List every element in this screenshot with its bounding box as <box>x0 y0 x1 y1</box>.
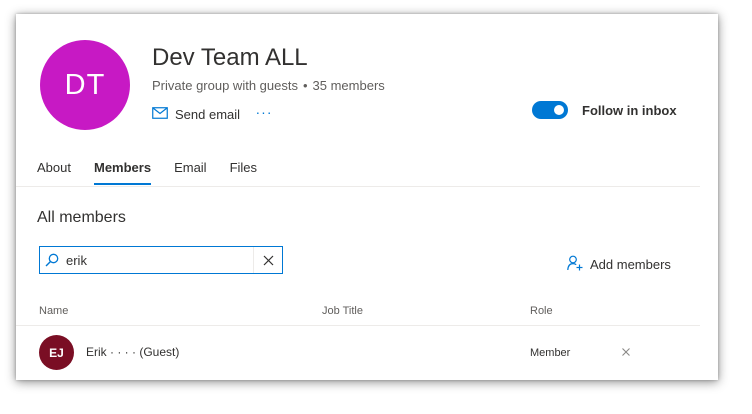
group-privacy: Private group with guests <box>152 78 298 93</box>
send-email-button[interactable]: Send email <box>152 104 240 124</box>
table-row[interactable]: EJ Erik · · · · (Guest) Member <box>16 330 700 374</box>
group-avatar: DT <box>40 40 130 130</box>
tab-about[interactable]: About <box>37 160 71 185</box>
tab-members[interactable]: Members <box>93 160 152 185</box>
column-header-name[interactable]: Name <box>39 305 68 317</box>
section-title: All members <box>37 209 126 226</box>
toggle-knob <box>554 105 564 115</box>
group-initials: DT <box>64 68 106 101</box>
add-person-icon <box>567 255 583 274</box>
clear-search-button[interactable] <box>253 247 282 273</box>
column-header-job-title[interactable]: Job Title <box>322 305 363 317</box>
member-avatar: EJ <box>39 335 74 370</box>
group-panel: DT Dev Team ALL Private group with guest… <box>16 14 718 380</box>
close-icon <box>263 255 273 265</box>
meta-separator: • <box>302 78 308 93</box>
search-input[interactable] <box>64 248 253 272</box>
mail-icon <box>152 106 168 122</box>
group-tabs: About Members Email Files <box>37 160 257 185</box>
add-members-button[interactable]: Add members <box>567 254 671 274</box>
column-header-role[interactable]: Role <box>530 305 553 317</box>
member-search-box <box>39 246 283 274</box>
member-initials: EJ <box>49 345 64 360</box>
remove-member-button[interactable] <box>618 344 634 360</box>
more-options-button[interactable]: ··· <box>256 102 272 122</box>
close-icon <box>622 348 630 356</box>
follow-label: Follow in inbox <box>582 102 677 118</box>
tabs-divider <box>16 186 700 187</box>
header-divider <box>16 325 700 326</box>
follow-toggle[interactable] <box>532 101 568 119</box>
tab-email[interactable]: Email <box>174 160 207 185</box>
group-meta: Private group with guests • 35 members <box>152 78 385 93</box>
send-email-label: Send email <box>175 106 241 122</box>
search-icon <box>40 247 64 273</box>
group-title: Dev Team ALL <box>152 44 308 71</box>
member-name: Erik · · · · (Guest) <box>86 345 180 359</box>
follow-in-inbox[interactable]: Follow in inbox <box>532 99 677 121</box>
group-members-count: 35 members <box>312 78 385 93</box>
add-members-label: Add members <box>590 256 671 272</box>
tab-files[interactable]: Files <box>230 160 257 185</box>
member-role: Member <box>530 347 571 359</box>
